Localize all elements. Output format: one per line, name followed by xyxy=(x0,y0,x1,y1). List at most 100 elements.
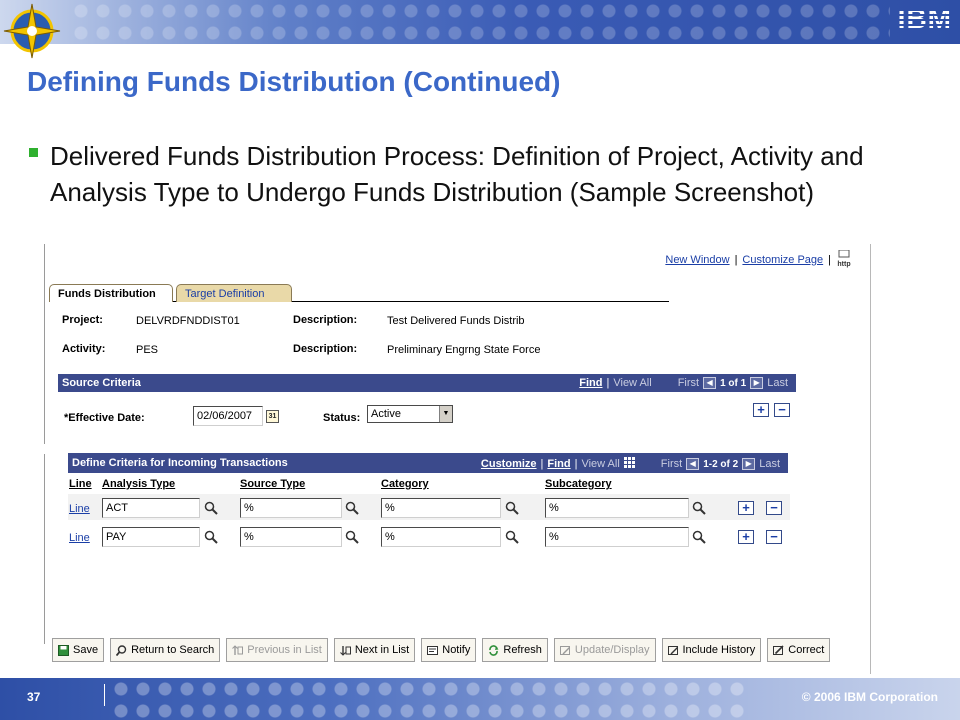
column-header-line[interactable]: Line xyxy=(69,478,92,490)
include-history-button[interactable]: Include History xyxy=(661,638,762,662)
dropdown-arrow-icon[interactable]: ▼ xyxy=(439,406,452,422)
line-link[interactable]: Line xyxy=(69,503,90,515)
add-row-button[interactable]: + xyxy=(753,403,769,417)
grid-download-icon[interactable] xyxy=(623,457,635,471)
top-banner: IBM xyxy=(0,0,960,44)
subcategory-input[interactable]: % xyxy=(545,527,689,547)
refresh-button[interactable]: Refresh xyxy=(482,638,548,662)
description-value: Test Delivered Funds Distrib xyxy=(387,315,525,327)
previous-arrow-icon[interactable]: ◀ xyxy=(686,458,700,470)
description-label: Description: xyxy=(293,343,358,355)
column-header-analysis-type[interactable]: Analysis Type xyxy=(102,478,175,490)
lookup-icon[interactable] xyxy=(204,501,218,515)
lookup-icon[interactable] xyxy=(692,530,706,544)
analysis-type-input[interactable]: PAY xyxy=(102,527,200,547)
new-window-link[interactable]: New Window xyxy=(665,254,729,266)
last-label: Last xyxy=(759,458,780,470)
row-count: 1 of 1 xyxy=(720,377,747,389)
embedded-screenshot: New Window | Customize Page | http Funds… xyxy=(44,244,874,674)
project-label: Project: xyxy=(62,314,103,326)
column-header-source-type[interactable]: Source Type xyxy=(240,478,305,490)
include-history-icon xyxy=(667,645,678,655)
notify-button[interactable]: Notify xyxy=(421,638,477,662)
save-icon xyxy=(58,644,69,656)
delete-row-button[interactable]: − xyxy=(766,530,782,544)
banner-pattern xyxy=(110,678,750,720)
previous-in-list-label: Previous in List xyxy=(247,644,322,656)
add-row-button[interactable]: + xyxy=(738,530,754,544)
lookup-icon[interactable] xyxy=(204,530,218,544)
subcategory-input[interactable]: % xyxy=(545,498,689,518)
source-criteria-bar: Source Criteria Find | View All First ◀ … xyxy=(58,374,796,392)
previous-arrow-icon[interactable]: ◀ xyxy=(703,377,717,389)
next-in-list-label: Next in List xyxy=(354,644,410,656)
find-link[interactable]: Find xyxy=(547,458,570,470)
frame-line xyxy=(870,244,871,674)
next-arrow-icon[interactable]: ▶ xyxy=(742,458,756,470)
update-display-button[interactable]: Update/Display xyxy=(553,638,656,662)
description-value: Preliminary Engrng State Force xyxy=(387,344,541,356)
update-display-label: Update/Display xyxy=(574,644,650,656)
analysis-type-input[interactable]: ACT xyxy=(102,498,200,518)
view-all-link[interactable]: View All xyxy=(581,458,619,470)
page-links: New Window | Customize Page | http xyxy=(665,249,852,269)
slide-title: Defining Funds Distribution (Continued) xyxy=(27,66,561,97)
customize-link[interactable]: Customize xyxy=(481,458,537,470)
project-value: DELVRDFNDDIST01 xyxy=(136,315,240,327)
column-header-subcategory[interactable]: Subcategory xyxy=(545,478,612,490)
status-select[interactable]: Active ▼ xyxy=(367,405,453,423)
view-all-link[interactable]: View All xyxy=(613,377,651,389)
http-icon[interactable]: http xyxy=(836,249,852,269)
next-arrow-icon[interactable]: ▶ xyxy=(750,377,764,389)
add-row-button[interactable]: + xyxy=(738,501,754,515)
delete-row-button[interactable]: − xyxy=(766,501,782,515)
copyright-text: © 2006 IBM Corporation xyxy=(801,690,938,704)
save-button[interactable]: Save xyxy=(52,638,105,662)
source-type-input[interactable]: % xyxy=(240,527,342,547)
customize-page-link[interactable]: Customize Page xyxy=(742,254,823,266)
page-toolbar: Save Return to Search Previous in List N… xyxy=(52,638,831,662)
effective-date-input[interactable]: 02/06/2007 xyxy=(193,406,263,426)
link-separator: | xyxy=(828,253,831,266)
next-in-list-button[interactable]: Next in List xyxy=(333,638,416,662)
page-number: 37 xyxy=(27,690,41,704)
bottom-banner: 37 © 2006 IBM Corporation xyxy=(0,678,960,720)
previous-list-icon xyxy=(232,644,244,655)
activity-label: Activity: xyxy=(62,343,106,355)
tab-funds-distribution[interactable]: Funds Distribution xyxy=(49,284,173,302)
tab-target-definition[interactable]: Target Definition xyxy=(176,284,292,302)
ibm-logo: IBM xyxy=(886,4,952,34)
last-label: Last xyxy=(767,377,788,389)
source-criteria-nav: Find | View All First ◀ 1 of 1 ▶ Last xyxy=(579,377,788,389)
footer-divider xyxy=(104,684,105,706)
lookup-icon[interactable] xyxy=(692,501,706,515)
delete-row-button[interactable]: − xyxy=(774,403,790,417)
return-to-search-label: Return to Search xyxy=(131,644,215,656)
column-header-category[interactable]: Category xyxy=(381,478,429,490)
activity-value: PES xyxy=(136,344,159,356)
lookup-icon[interactable] xyxy=(345,501,359,515)
lookup-icon[interactable] xyxy=(345,530,359,544)
lookup-icon[interactable] xyxy=(505,501,519,515)
correct-history-button[interactable]: Correct xyxy=(767,638,831,662)
bullet-text: Delivered Funds Distribution Process: De… xyxy=(50,141,864,207)
lookup-icon[interactable] xyxy=(505,530,519,544)
category-input[interactable]: % xyxy=(381,498,501,518)
status-value: Active xyxy=(371,408,401,420)
compass-logo-icon xyxy=(3,3,61,59)
first-label: First xyxy=(660,458,683,470)
calendar-icon[interactable]: 31 xyxy=(266,410,279,423)
frame-line xyxy=(44,244,45,444)
refresh-icon xyxy=(489,644,499,656)
previous-in-list-button[interactable]: Previous in List xyxy=(226,638,328,662)
include-history-label: Include History xyxy=(682,644,756,656)
next-list-icon xyxy=(339,645,351,656)
source-type-input[interactable]: % xyxy=(240,498,342,518)
return-to-search-button[interactable]: Return to Search xyxy=(110,638,221,662)
find-link[interactable]: Find xyxy=(579,377,602,389)
save-label: Save xyxy=(73,644,99,656)
refresh-label: Refresh xyxy=(503,644,542,656)
category-input[interactable]: % xyxy=(381,527,501,547)
update-display-icon xyxy=(559,645,570,655)
line-link[interactable]: Line xyxy=(69,532,90,544)
